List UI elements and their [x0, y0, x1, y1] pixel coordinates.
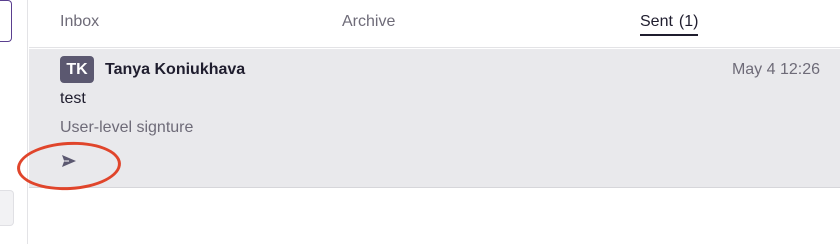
- sidebar-panel-edge[interactable]: [0, 190, 14, 226]
- tab-sent-label: Sent: [640, 13, 673, 30]
- message-list-item[interactable]: TK Tanya Koniukhava May 4 12:26 test Use…: [29, 49, 840, 188]
- message-date: May 4 12:26: [731, 61, 820, 78]
- tab-inbox-label: Inbox: [60, 13, 100, 30]
- mail-tabs: Inbox Archive Sent (1): [29, 0, 840, 48]
- message-snippet: User-level signture: [60, 119, 194, 136]
- tab-inbox[interactable]: Inbox: [60, 12, 99, 36]
- mail-list-panel: Inbox Archive Sent (1) TK Tanya Koniukhav…: [29, 0, 840, 244]
- avatar: TK: [60, 56, 94, 83]
- sidebar-input-edge[interactable]: [0, 0, 12, 42]
- tab-archive-label: Archive: [342, 13, 396, 30]
- tab-archive[interactable]: Archive: [342, 12, 395, 36]
- left-sidebar: [0, 0, 28, 244]
- message-subject: test: [60, 90, 86, 107]
- sender-name: Tanya Koniukhava: [105, 61, 246, 78]
- tab-sent-count: (1): [678, 13, 699, 30]
- tab-sent[interactable]: Sent (1): [640, 12, 699, 36]
- paper-plane-icon: [62, 155, 76, 167]
